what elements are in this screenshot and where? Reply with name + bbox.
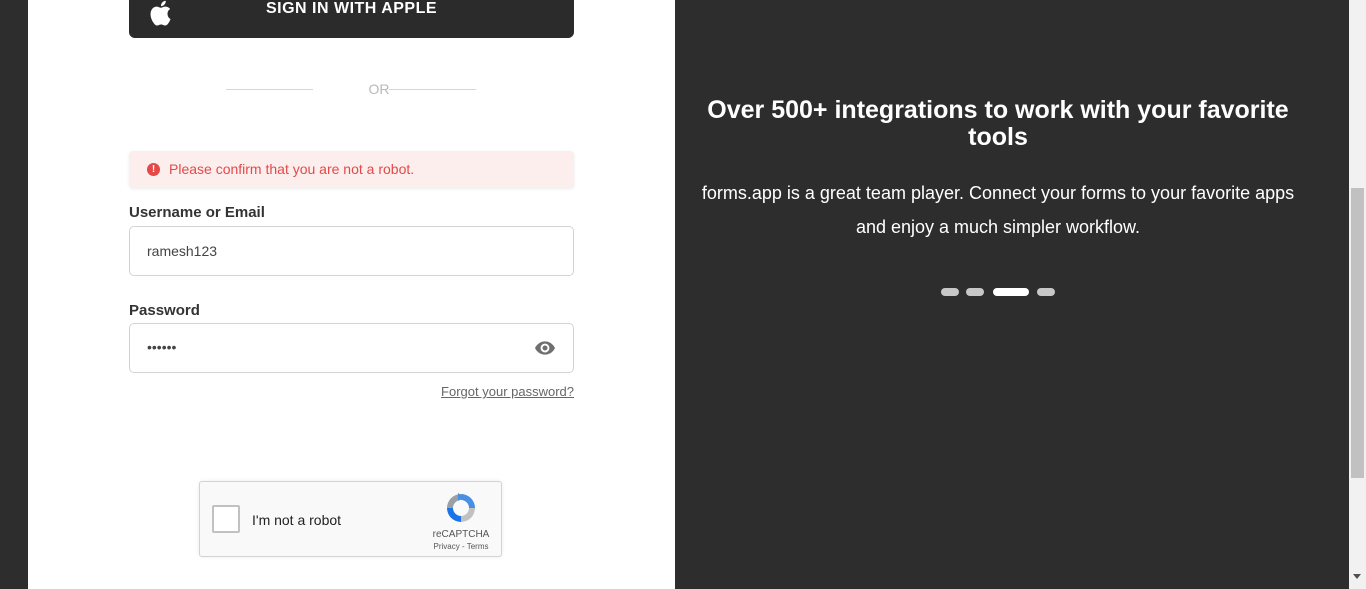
eye-icon[interactable] <box>535 340 555 356</box>
password-value: •••••• <box>147 339 177 355</box>
scroll-down-arrow-icon[interactable] <box>1353 574 1361 579</box>
divider-left <box>226 89 313 90</box>
error-alert-text: Please confirm that you are not a robot. <box>169 161 415 177</box>
password-input[interactable]: •••••• <box>129 323 574 373</box>
error-alert: ! Please confirm that you are not a robo… <box>129 151 574 188</box>
promo-headline: Over 500+ integrations to work with your… <box>707 96 1289 151</box>
sign-in-with-apple-button[interactable]: SIGN IN WITH APPLE <box>129 0 574 38</box>
carousel-dot-1[interactable] <box>941 288 959 296</box>
recaptcha-privacy-terms[interactable]: Privacy - Terms <box>428 542 494 551</box>
promo-panel: Over 500+ integrations to work with your… <box>675 0 1349 589</box>
exclamation-icon: ! <box>147 163 160 176</box>
recaptcha-widget: I'm not a robot reCAPTCHA Privacy - Term… <box>199 481 502 557</box>
apple-button-label: SIGN IN WITH APPLE <box>265 0 438 17</box>
recaptcha-logo-icon <box>447 493 475 522</box>
username-value: ramesh123 <box>147 243 218 259</box>
password-label: Password <box>129 302 200 319</box>
carousel-dot-2[interactable] <box>966 288 984 296</box>
recaptcha-label: I'm not a robot <box>252 512 342 528</box>
page-scrollbar[interactable] <box>1349 0 1366 589</box>
carousel-dot-4[interactable] <box>1037 288 1055 296</box>
forgot-password-link[interactable]: Forgot your password? <box>441 384 574 399</box>
login-panel: SIGN IN WITH APPLE OR ! Please confirm t… <box>28 0 675 589</box>
recaptcha-brand: reCAPTCHA <box>432 529 490 540</box>
scrollbar-thumb[interactable] <box>1351 188 1364 478</box>
promo-subtext: forms.app is a great team player. Connec… <box>701 183 1295 237</box>
carousel-dot-3-active[interactable] <box>993 288 1029 296</box>
username-input[interactable]: ramesh123 <box>129 226 574 276</box>
recaptcha-checkbox[interactable] <box>212 505 240 533</box>
divider-right <box>389 89 476 90</box>
username-label: Username or Email <box>129 204 265 221</box>
